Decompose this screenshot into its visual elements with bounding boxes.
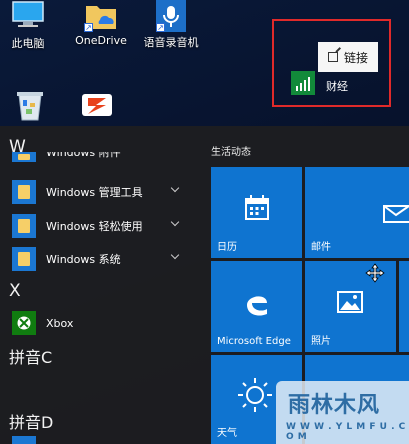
link-icon <box>327 52 338 62</box>
shortcut-arrow-icon: ↗ <box>84 23 93 32</box>
desktop-icon-label: OneDrive <box>75 34 127 47</box>
photos-icon <box>337 291 363 313</box>
app-item-label: Windows 系统 <box>46 253 121 266</box>
app-item-windows-ease-of-access[interactable]: Windows 轻松使用 <box>12 214 192 238</box>
move-cursor-icon <box>365 263 385 283</box>
app-tile-partial <box>12 436 36 444</box>
letter-heading-x[interactable]: X <box>9 281 21 301</box>
app-item-label: Windows 附件 <box>46 152 121 159</box>
app-logo-icon <box>82 94 112 116</box>
calendar-icon <box>245 195 269 220</box>
watermark-title: 雨林木风 <box>288 393 381 418</box>
folder-icon <box>12 152 36 162</box>
chevron-down-icon[interactable] <box>170 183 180 193</box>
link-context-popup[interactable]: 链接 <box>318 42 378 72</box>
tile-mail[interactable]: 邮件 <box>305 167 409 258</box>
desktop-icon-this-pc[interactable]: 此电脑 <box>6 0 50 51</box>
desktop-icon-app[interactable] <box>78 88 116 125</box>
letter-heading-pinyin-d[interactable]: 拼音D <box>9 409 53 433</box>
recycle-bin-icon <box>17 92 43 121</box>
desktop-icon-label: 此电脑 <box>11 37 45 50</box>
tile-label: 天气 <box>217 428 237 439</box>
watermark: 雨林木风 W W W . Y L M F U . C O M <box>276 381 409 444</box>
tile-label: 日历 <box>217 242 237 253</box>
letter-heading-pinyin-c[interactable]: 拼音C <box>9 344 52 368</box>
folder-icon <box>12 180 36 204</box>
desktop-icon-label: 语音录音机 <box>143 36 199 49</box>
app-item-windows-admin-tools[interactable]: Windows 管理工具 <box>12 180 192 204</box>
chevron-down-icon[interactable] <box>170 217 180 227</box>
tile-calendar[interactable]: 日历 <box>211 167 302 258</box>
app-item-windows-system[interactable]: Windows 系统 <box>12 247 192 271</box>
app-list: W Windows 附件 Windows 管理工具 Windows 轻松使用 W… <box>0 126 197 444</box>
edge-icon <box>247 296 267 316</box>
desktop-icon-voice-recorder[interactable]: ↗ 语音录音机 <box>141 0 201 50</box>
computer-icon <box>12 1 44 27</box>
weather-sun-icon <box>238 378 272 412</box>
desktop-icon-recycle-bin[interactable] <box>10 88 50 125</box>
app-item-windows-accessories[interactable]: Windows 附件 <box>12 152 192 162</box>
tile-group-title: 生活动态 <box>211 147 251 158</box>
link-label: 链接 <box>343 50 368 65</box>
tile-label: 邮件 <box>311 242 331 253</box>
highlight-box: 链接 财经 <box>272 19 391 107</box>
tile-label: Microsoft Edge <box>217 336 291 347</box>
tile-microsoft-edge[interactable]: Microsoft Edge <box>211 261 302 352</box>
tile-partial-right[interactable] <box>399 261 409 352</box>
chevron-down-icon[interactable] <box>170 250 180 260</box>
desktop-icon-onedrive[interactable]: ↗ OneDrive <box>74 0 128 47</box>
app-item-label: Windows 管理工具 <box>46 186 143 199</box>
tile-label: 照片 <box>311 336 331 347</box>
app-item-label: Xbox <box>46 316 74 330</box>
folder-icon <box>12 214 36 238</box>
mail-icon <box>383 205 409 223</box>
app-item-xbox[interactable]: Xbox <box>12 311 192 335</box>
folder-icon <box>12 247 36 271</box>
finance-label: 财经 <box>326 80 348 93</box>
xbox-icon <box>12 311 36 335</box>
app-item-label: Windows 轻松使用 <box>46 220 143 233</box>
shortcut-arrow-icon: ↗ <box>156 23 165 32</box>
watermark-url: W W W . Y L M F U . C O M <box>286 422 406 442</box>
finance-tile-icon[interactable] <box>291 71 315 95</box>
